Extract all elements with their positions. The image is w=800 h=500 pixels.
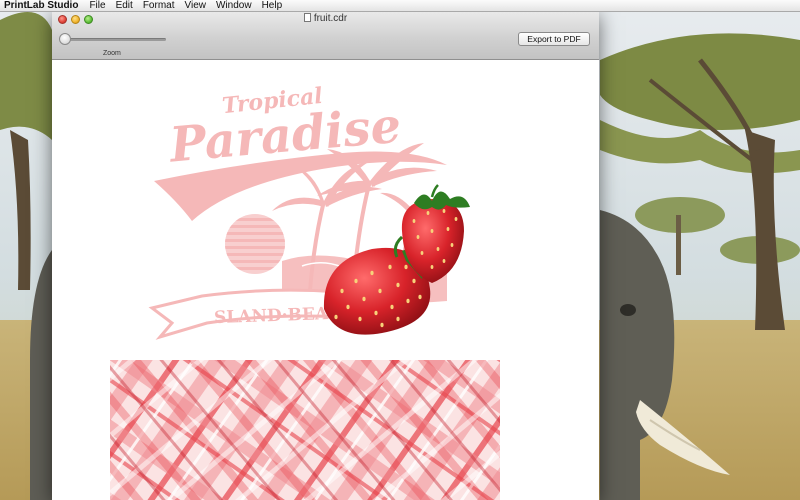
window-title: fruit.cdr [52, 13, 599, 25]
sunset-icon [225, 214, 285, 274]
plaid-pattern-swatch [110, 360, 500, 500]
document-window: fruit.cdr Zoom Export to PDF Tropical Pa… [52, 12, 599, 500]
menu-format[interactable]: Format [138, 0, 180, 12]
zoom-slider-knob[interactable] [59, 33, 71, 45]
menu-help[interactable]: Help [257, 0, 288, 12]
zoom-slider-track[interactable] [62, 38, 166, 41]
document-title: fruit.cdr [313, 13, 348, 24]
zoom-label: Zoom [103, 50, 121, 57]
document-icon [303, 13, 311, 22]
window-toolbar[interactable]: fruit.cdr Zoom Export to PDF [52, 12, 599, 60]
menu-bar: PrintLab Studio File Edit Format View Wi… [0, 0, 800, 12]
fruit-artwork: Tropical Paradise SLAND·BEAC [110, 83, 500, 500]
export-to-pdf-button[interactable]: Export to PDF [518, 32, 590, 46]
document-canvas[interactable]: Tropical Paradise SLAND·BEAC [52, 61, 599, 500]
menu-window[interactable]: Window [211, 0, 257, 12]
banner-text: SLAND·BEAC [214, 304, 342, 328]
menu-view[interactable]: View [179, 0, 211, 12]
menu-edit[interactable]: Edit [111, 0, 138, 12]
app-menu[interactable]: PrintLab Studio [0, 0, 84, 12]
menu-file[interactable]: File [84, 0, 110, 12]
